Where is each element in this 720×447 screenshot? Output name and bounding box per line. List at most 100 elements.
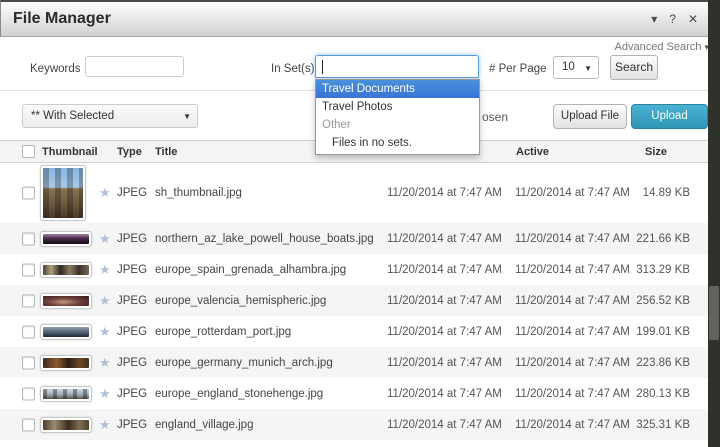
file-title[interactable]: europe_valencia_hemispheric.jpg (155, 295, 326, 307)
with-selected-select[interactable]: ** With Selected ▼ (22, 104, 198, 128)
header-type[interactable]: Type (117, 146, 142, 158)
file-type: JPEG (117, 295, 147, 307)
keywords-input[interactable] (85, 56, 184, 77)
thumbnail[interactable] (40, 386, 92, 402)
thumbnail[interactable] (40, 355, 92, 371)
dropdown-option-travel-documents[interactable]: Travel Documents (316, 80, 479, 98)
per-page-select[interactable]: 10 ▼ (553, 56, 599, 79)
row-checkbox[interactable] (22, 263, 35, 276)
star-icon[interactable]: ★ (99, 262, 111, 278)
file-created: 11/20/2014 at 7:47 AM (387, 326, 502, 338)
upload-file-button[interactable]: Upload File (553, 104, 627, 129)
table-row[interactable]: ★ JPEG sh_thumbnail.jpg 11/20/2014 at 7:… (0, 163, 708, 223)
file-size: 256.52 KB (600, 295, 690, 307)
thumbnail-image (43, 296, 89, 306)
row-checkbox[interactable] (22, 418, 35, 431)
table-row[interactable]: ★ JPEG europe_rotterdam_port.jpg 11/20/2… (0, 316, 708, 347)
thumbnail[interactable] (40, 165, 86, 221)
dropdown-option-travel-photos[interactable]: Travel Photos (316, 98, 479, 116)
table-row[interactable]: ★ JPEG northern_az_lake_powell_house_boa… (0, 223, 708, 254)
file-size: 325.31 KB (600, 419, 690, 431)
file-size: 223.86 KB (600, 357, 690, 369)
thumbnail[interactable] (40, 417, 92, 433)
file-size: 313.29 KB (600, 264, 690, 276)
table-row[interactable]: ★ JPEG europe_germany_munich_arch.jpg 11… (0, 347, 708, 378)
star-icon[interactable]: ★ (99, 231, 111, 247)
file-created: 11/20/2014 at 7:47 AM (387, 295, 502, 307)
text-caret (322, 60, 323, 74)
thumbnail[interactable] (40, 231, 92, 247)
file-type: JPEG (117, 388, 147, 400)
thumbnail-image (43, 234, 89, 244)
title-bar: File Manager ▾ ? ★ ✕ (0, 0, 708, 37)
file-created: 11/20/2014 at 7:47 AM (387, 264, 502, 276)
star-icon[interactable]: ★ (99, 293, 111, 309)
file-size: 199.01 KB (600, 326, 690, 338)
select-arrow-icon: ▼ (584, 64, 592, 73)
file-title[interactable]: europe_spain_grenada_alhambra.jpg (155, 264, 346, 276)
select-all-checkbox[interactable] (22, 145, 35, 158)
upload-multiple-button[interactable]: Upload Multiple (631, 104, 708, 129)
thumbnail-image (43, 265, 89, 275)
file-title[interactable]: sh_thumbnail.jpg (155, 187, 242, 199)
select-arrow-icon: ▼ (183, 112, 191, 121)
header-thumbnail[interactable]: Thumbnail (42, 146, 98, 158)
row-checkbox[interactable] (22, 187, 35, 200)
file-title[interactable]: england_village.jpg (155, 419, 253, 431)
dropdown-option-files-in-no-sets[interactable]: Files in no sets. (316, 134, 479, 152)
thumbnail[interactable] (40, 324, 92, 340)
collapse-icon[interactable]: ▾ (651, 13, 657, 25)
row-checkbox[interactable] (22, 294, 35, 307)
file-table: ★ JPEG sh_thumbnail.jpg 11/20/2014 at 7:… (0, 163, 708, 440)
file-size: 14.89 KB (600, 187, 690, 199)
row-checkbox[interactable] (22, 325, 35, 338)
star-icon[interactable]: ★ (99, 324, 111, 340)
file-title[interactable]: europe_rotterdam_port.jpg (155, 326, 291, 338)
per-page-label: # Per Page (489, 63, 547, 75)
row-checkbox[interactable] (22, 387, 35, 400)
advanced-search-link[interactable]: Advanced Search ▾ (615, 41, 709, 53)
file-created: 11/20/2014 at 7:47 AM (387, 233, 502, 245)
table-row[interactable]: ★ JPEG europe_spain_grenada_alhambra.jpg… (0, 254, 708, 285)
scrollbar-thumb[interactable] (709, 286, 719, 340)
advanced-search-label: Advanced Search (615, 41, 702, 53)
help-icon[interactable]: ? (669, 13, 676, 25)
file-title[interactable]: europe_england_stonehenge.jpg (155, 388, 323, 400)
star-icon[interactable]: ★ (99, 185, 111, 201)
table-row[interactable]: ★ JPEG europe_england_stonehenge.jpg 11/… (0, 378, 708, 409)
search-button[interactable]: Search (610, 55, 658, 80)
table-row[interactable]: ★ JPEG england_village.jpg 11/20/2014 at… (0, 409, 708, 440)
star-icon[interactable]: ★ (99, 386, 111, 402)
thumbnail[interactable] (40, 293, 92, 309)
file-type: JPEG (117, 326, 147, 338)
thumbnail-image (43, 358, 89, 368)
file-type: JPEG (117, 187, 147, 199)
close-icon[interactable]: ✕ (688, 13, 698, 25)
star-icon[interactable]: ★ (99, 355, 111, 371)
file-title[interactable]: europe_germany_munich_arch.jpg (155, 357, 333, 369)
file-title[interactable]: northern_az_lake_powell_house_boats.jpg (155, 233, 374, 245)
row-checkbox[interactable] (22, 232, 35, 245)
window-controls: ▾ ? ★ ✕ (651, 13, 698, 25)
in-sets-input[interactable] (315, 55, 479, 78)
table-row[interactable]: ★ JPEG europe_valencia_hemispheric.jpg 1… (0, 285, 708, 316)
header-size[interactable]: Size (645, 146, 667, 158)
file-created: 11/20/2014 at 7:47 AM (387, 419, 502, 431)
file-created: 11/20/2014 at 7:47 AM (387, 388, 502, 400)
in-sets-dropdown: Travel Documents Travel Photos Other Fil… (315, 79, 480, 155)
file-size: 221.66 KB (600, 233, 690, 245)
header-title[interactable]: Title (155, 146, 177, 158)
file-chosen-text-fragment: osen (482, 110, 508, 124)
dropdown-group-other: Other (316, 116, 479, 134)
dialog-title: File Manager (13, 10, 111, 28)
thumbnail[interactable] (40, 262, 92, 278)
row-checkbox[interactable] (22, 356, 35, 369)
thumbnail-image (43, 420, 89, 430)
star-icon[interactable]: ★ (99, 417, 111, 433)
file-type: JPEG (117, 233, 147, 245)
file-type: JPEG (117, 264, 147, 276)
thumbnail-image (43, 168, 83, 218)
header-active[interactable]: Active (516, 146, 549, 158)
file-manager-dialog: File Manager ▾ ? ★ ✕ Advanced Search ▾ K… (0, 0, 720, 447)
file-type: JPEG (117, 357, 147, 369)
